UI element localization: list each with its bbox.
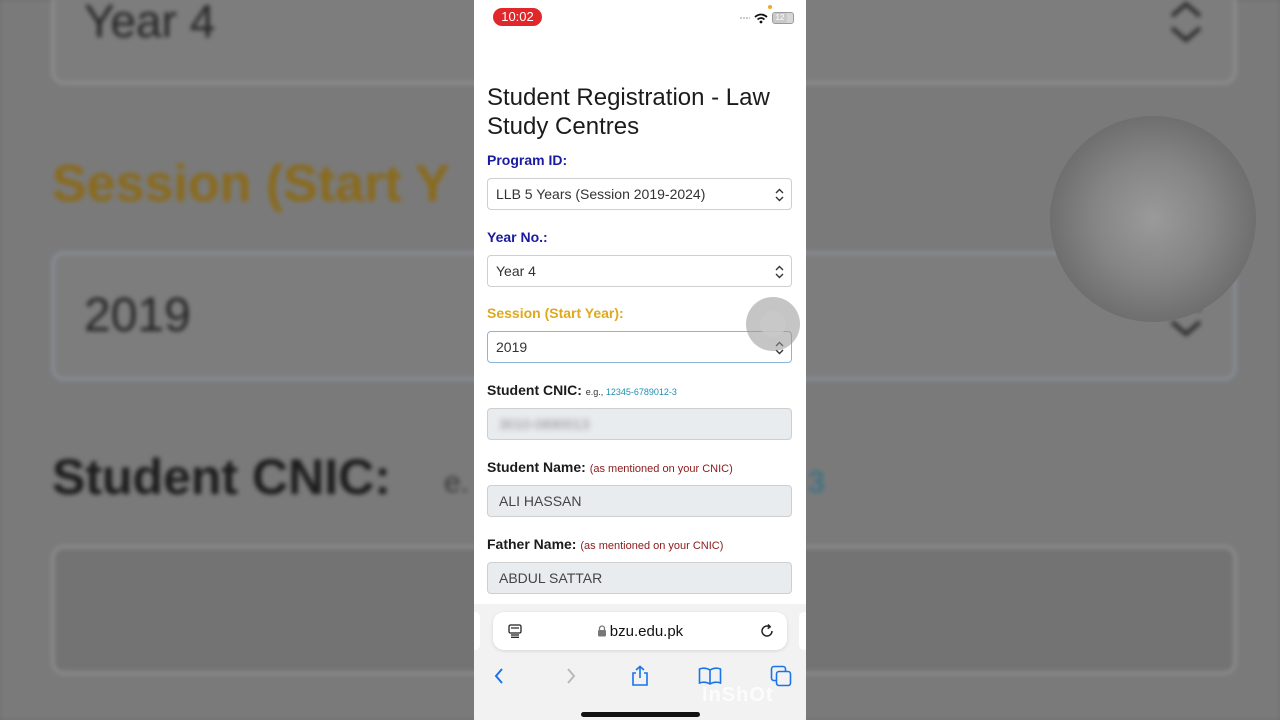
back-icon	[494, 668, 503, 684]
father-name-label-text: Father Name:	[487, 536, 577, 552]
year-label: Year No.:	[487, 229, 548, 245]
cnic-hint: e.g., 12345-6789012-3	[586, 387, 677, 397]
privacy-indicator	[768, 5, 772, 9]
father-name-label: Father Name: (as mentioned on your CNIC)	[487, 536, 723, 552]
bg-session-text: 2019	[84, 289, 191, 342]
home-indicator[interactable]	[581, 712, 700, 717]
phone-screen: 10:02 12 Student Registration - Law Stud…	[474, 0, 806, 720]
signal-icon	[740, 17, 750, 19]
student-name-hint: (as mentioned on your CNIC)	[589, 463, 733, 475]
prev-tab-peek[interactable]	[474, 612, 480, 650]
bg-cnic-hint-tail: 3	[808, 466, 825, 499]
chevron-updown-icon	[775, 265, 784, 279]
cnic-field[interactable]: 3010-0890013	[487, 408, 792, 440]
chevron-updown-icon	[775, 188, 784, 202]
inshot-watermark: InShOt	[702, 684, 774, 706]
forward-button[interactable]	[557, 662, 585, 690]
cnic-value: 3010-0890013	[499, 416, 590, 432]
bg-cnic-hint: e.	[444, 466, 470, 499]
cnic-hint-example: 12345-6789012-3	[605, 387, 677, 397]
battery-icon: 12	[772, 12, 794, 24]
lock-icon	[597, 625, 606, 637]
program-label: Program ID:	[487, 152, 568, 168]
bg-cnic-label: Student CNIC:	[52, 449, 391, 505]
father-name-hint: (as mentioned on your CNIC)	[580, 540, 724, 552]
browser-toolbar: bzu.edu.pk InShOt	[474, 604, 806, 720]
student-name-field[interactable]: ALI HASSAN	[487, 485, 792, 517]
touch-indicator	[746, 297, 800, 351]
share-button[interactable]	[626, 662, 654, 690]
bookmarks-icon	[698, 667, 722, 685]
session-select[interactable]: 2019	[487, 331, 792, 363]
session-value: 2019	[496, 339, 528, 355]
father-name-value: ABDUL SATTAR	[499, 570, 603, 586]
session-label: Session (Start Year):	[487, 305, 624, 321]
bg-year-text: Year 4	[84, 0, 216, 47]
program-select[interactable]: LLB 5 Years (Session 2019-2024)	[487, 178, 792, 210]
page-title: Student Registration - Law Study Centres	[487, 84, 770, 140]
cnic-label-text: Student CNIC:	[487, 382, 582, 398]
student-name-label-text: Student Name:	[487, 459, 586, 475]
share-icon	[632, 665, 648, 686]
reload-icon[interactable]	[759, 623, 775, 639]
student-name-value: ALI HASSAN	[499, 493, 582, 509]
year-value: Year 4	[496, 263, 536, 279]
forward-icon	[567, 668, 576, 684]
url-text: bzu.edu.pk	[609, 623, 684, 640]
bg-session-label: Session (Start Y	[52, 155, 450, 213]
battery-level: 12	[773, 13, 787, 23]
address-bar[interactable]: bzu.edu.pk	[493, 612, 787, 650]
program-value: LLB 5 Years (Session 2019-2024)	[496, 186, 706, 202]
status-time: 10:02	[493, 8, 542, 26]
year-select[interactable]: Year 4	[487, 255, 792, 287]
father-name-field[interactable]: ABDUL SATTAR	[487, 562, 792, 594]
bg-chevron-icon	[1170, 1, 1202, 43]
cnic-label: Student CNIC: e.g., 12345-6789012-3	[487, 382, 677, 398]
url-display[interactable]: bzu.edu.pk	[493, 623, 787, 640]
student-name-label: Student Name: (as mentioned on your CNIC…	[487, 459, 733, 475]
wifi-icon	[754, 13, 768, 23]
back-button[interactable]	[485, 662, 513, 690]
bg-touch-blur	[1050, 116, 1256, 322]
cnic-hint-prefix: e.g.,	[585, 387, 604, 397]
status-right: 12	[740, 10, 794, 26]
next-tab-peek[interactable]	[799, 612, 806, 650]
